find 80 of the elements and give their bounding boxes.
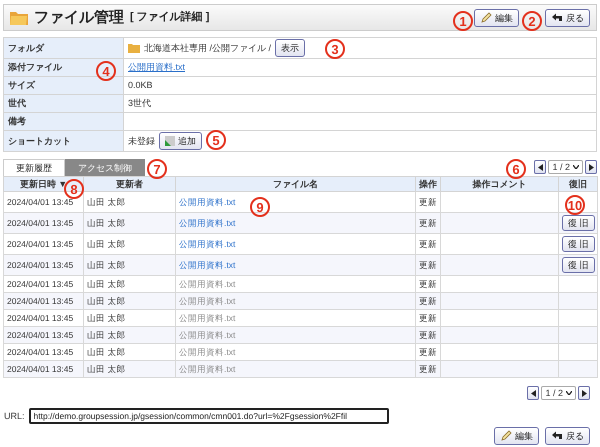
shortcut-icon [165,136,175,146]
url-field[interactable]: http://demo.groupsession.jp/gsession/common/cmn001.do?url=%2Fgsession%2Ffil [28,408,389,424]
table-cell: 2024/04/01 13:45 [4,326,84,344]
callout-number: 6 [506,159,526,179]
table-cell: 2024/04/01 13:45 [4,292,84,310]
folder-icon [10,10,28,25]
table-cell: 山田 太郎 [84,212,176,234]
return-arrow-icon [551,12,563,22]
callout-number: 4 [96,61,116,81]
add-button[interactable]: 追加 [159,132,202,150]
table-cell: 更新 [416,254,440,276]
file-link[interactable]: 公開用資料.txt [179,238,236,248]
field-value: 3世代 [128,98,152,109]
next-page-button[interactable] [578,386,590,400]
left-triangle-icon [538,164,543,170]
table-cell: 2024/04/01 13:45 [4,212,84,234]
field-label: フォルダ [4,38,124,58]
field-label: 世代 [4,94,124,112]
file-link[interactable]: 公開用資料.txt [128,62,186,73]
table-cell: 山田 太郎 [84,292,176,310]
back-button[interactable]: 戻る [545,427,590,445]
previous-page-button[interactable] [534,160,546,174]
table-cell: 山田 太郎 [84,254,176,276]
callout-number: 10 [565,195,585,215]
url-label: URL: [4,410,25,422]
edit-button[interactable]: 編集 [474,8,519,26]
tab[interactable]: アクセス制御 [65,159,145,176]
folder-icon [128,43,140,53]
table-cell: 更新 [416,212,440,234]
table-cell: 山田 太郎 [84,360,176,378]
right-triangle-icon [588,164,594,170]
tab[interactable]: 更新履歴 [3,159,65,176]
table-cell: 更新 [416,292,440,310]
folder-path: 北海道本社専用 /公開ファイル / [144,42,272,54]
file-link[interactable]: 公開用資料.txt [179,196,236,206]
restore-button[interactable]: 復 旧 [562,257,595,273]
return-arrow-icon [551,431,563,441]
restore-button[interactable]: 復 旧 [562,215,595,231]
field-value: 0.0KB [128,80,153,91]
table-cell: 2024/04/01 13:45 [4,360,84,378]
callout-number: 3 [325,39,345,59]
page-subtitle: [ ファイル詳細 ] [130,10,210,24]
field-label: 備考 [4,112,124,130]
callout-number: 9 [250,197,270,217]
pencil-icon [480,12,492,24]
column-header: 操作コメント [440,176,558,192]
pencil-icon [500,430,512,442]
table-cell: 山田 太郎 [84,326,176,344]
restore-button[interactable]: 復 旧 [562,236,595,252]
left-triangle-icon [530,390,536,396]
shortcut-status: 未登録 [128,136,155,146]
file-link[interactable]: 公開用資料.txt [179,260,236,270]
page-select[interactable]: 1 / 2 [541,386,576,400]
file-name[interactable]: 公開用資料.txt [179,346,236,356]
callout-number: 7 [147,159,167,179]
table-cell: 更新 [416,326,440,344]
edit-button[interactable]: 編集 [494,427,539,445]
file-name[interactable]: 公開用資料.txt [179,312,236,322]
column-header: 更新者 [84,176,176,192]
chevron-icon [566,391,572,395]
callout-number: 1 [453,11,473,31]
field-label: ショートカット [4,130,124,152]
field-label: サイズ [4,76,124,94]
back-button[interactable]: 戻る [545,8,590,26]
chevron-icon [573,165,579,169]
next-page-button[interactable] [585,160,597,174]
right-triangle-icon [582,390,586,396]
show-button[interactable]: 表示 [275,39,306,57]
callout-number: 5 [206,130,226,150]
table-cell: 更新 [416,360,440,378]
column-header: ファイル名 [176,176,416,192]
page-title: ファイル管理 [34,8,124,26]
file-name[interactable]: 公開用資料.txt [179,278,236,288]
page-select[interactable]: 1 / 2 [548,160,583,174]
table-cell: 2024/04/01 13:45 [4,254,84,276]
file-link[interactable]: 公開用資料.txt [179,218,236,228]
previous-page-button[interactable] [527,386,540,400]
callout-number: 2 [522,11,542,31]
column-header: 復旧 [558,176,598,192]
column-header: 操作 [416,176,440,192]
